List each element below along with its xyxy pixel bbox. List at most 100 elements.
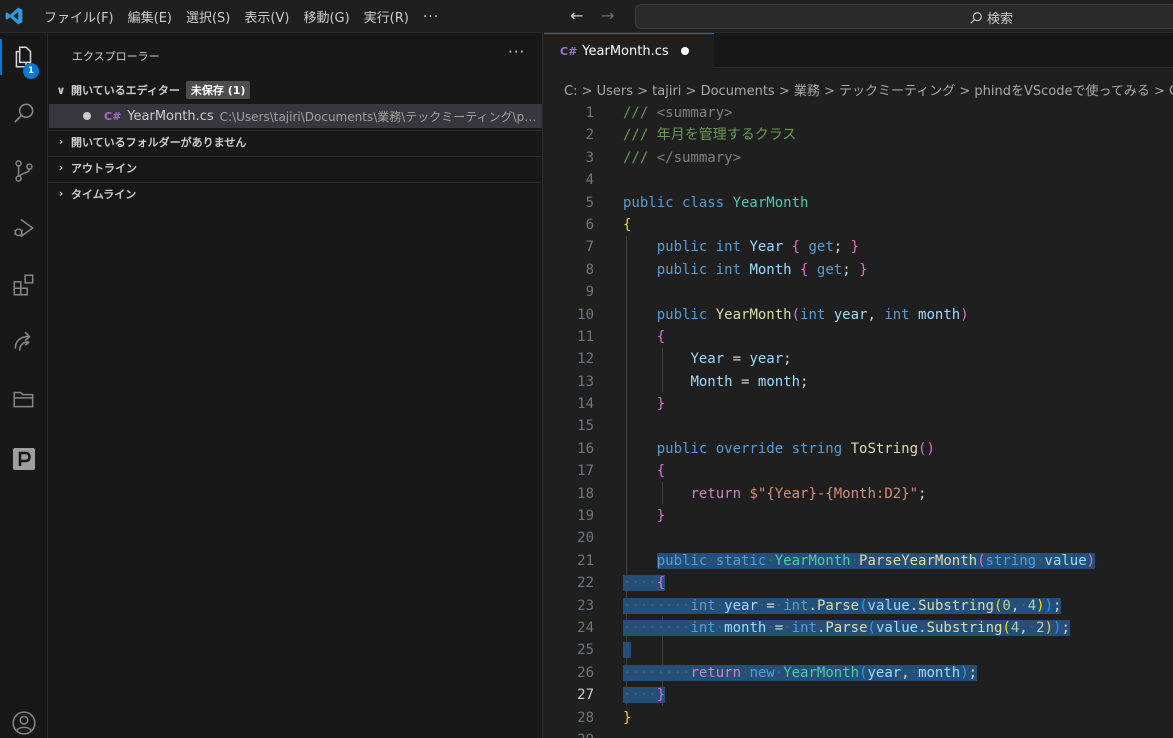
folder-icon (13, 391, 34, 408)
code-line: 16 public override string ToString() (544, 438, 1173, 460)
code-line: 3/// </summary> (544, 147, 1173, 169)
outline-label: アウトライン (71, 161, 137, 175)
line-number: 8 (585, 261, 594, 278)
code-line: 9 (544, 281, 1173, 303)
no-folder-label: 開いているフォルダーがありません (71, 135, 247, 149)
menu-view[interactable]: 表示(V) (244, 7, 289, 26)
line-number: 20 (577, 530, 594, 547)
line-number: 25 (577, 642, 594, 659)
code-line: 28} (544, 707, 1173, 729)
code-line: 14 } (544, 393, 1173, 415)
code-line: 10 public YearMonth(int year, int month) (544, 304, 1173, 326)
open-editors-section[interactable]: ∨ 開いているエディター 未保存 (1) (48, 79, 543, 101)
menu-run[interactable]: 実行(R) (364, 7, 409, 26)
line-number: 26 (577, 664, 594, 681)
line-number: 15 (577, 418, 594, 435)
chevron-right-icon: › (58, 135, 64, 148)
phind-activity[interactable] (0, 435, 48, 483)
line-number: 6 (585, 216, 594, 233)
line-number: 29 (544, 729, 594, 738)
code-line-selected: 24 ········int·month·=·int.Parse(value.Su… (544, 617, 1173, 639)
unsaved-dot-icon[interactable] (680, 47, 689, 55)
command-center-search[interactable]: 検索 (635, 4, 1173, 29)
menu-selection[interactable]: 選択(S) (186, 7, 230, 26)
tab-yearmonth[interactable]: C# YearMonth.cs (544, 33, 714, 68)
account-icon (12, 711, 36, 735)
code-line: 12 Year = year; (544, 348, 1173, 370)
line-number: 19 (577, 508, 594, 525)
code-line: 8 public int Month { get; } (544, 259, 1173, 281)
line-number: 2 (585, 127, 594, 144)
code-line-selected: 26 ········return·new·YearMonth(year,·mon… (544, 662, 1173, 684)
back-arrow-icon[interactable]: ← (570, 6, 583, 25)
run-debug-icon (13, 218, 34, 238)
timeline-section[interactable]: › タイムライン (48, 182, 543, 204)
line-number: 10 (577, 306, 594, 323)
code-line-selected: 21 public·static·YearMonth·ParseYearMont… (544, 550, 1173, 572)
line-number: 4 (585, 172, 594, 189)
menu-edit[interactable]: 編集(E) (128, 7, 172, 26)
code-line: 7 public int Year { get; } (544, 236, 1173, 258)
breadcrumb[interactable]: C: > Users > tajiri > Documents > 業務 > テ… (564, 80, 1173, 99)
open-file-path: C:\Users\tajiri\Documents\業務\テックミーティング\p… (219, 109, 540, 124)
explorer-activity[interactable]: 1 (0, 33, 48, 81)
code-line: 4 (544, 169, 1173, 191)
sidebar-more-button[interactable]: ··· (508, 43, 525, 61)
account-activity[interactable] (0, 699, 48, 738)
code-line-selected: 23 ········int·year·=·int.Parse(value.Sub… (544, 595, 1173, 617)
line-number: 27 (577, 687, 594, 704)
open-editor-item[interactable]: C# YearMonth.cs C:\Users\tajiri\Document… (49, 104, 542, 128)
unsaved-dot-icon[interactable] (83, 112, 91, 120)
menu-go[interactable]: 移動(G) (303, 7, 349, 26)
code-line: 29 (544, 729, 1173, 738)
code-line-selected: 22 ····{ (544, 572, 1173, 594)
open-file-name: YearMonth.cs (127, 108, 214, 124)
chevron-down-icon: ∨ (56, 83, 66, 97)
code-line: 5 public class YearMonth (544, 192, 1173, 214)
csharp-file-icon: C# (560, 44, 578, 58)
code-line: 15 (544, 415, 1173, 437)
no-folder-section[interactable]: › 開いているフォルダーがありません (48, 130, 543, 152)
code-line: 13 Month = month; (544, 371, 1173, 393)
line-number: 21 (577, 552, 594, 569)
line-number: 13 (577, 373, 594, 390)
explorer-sidebar: エクスプローラー ··· ∨ 開いているエディター 未保存 (1) C# Yea… (48, 33, 543, 738)
menu-more-button[interactable]: ··· (423, 9, 439, 25)
line-number: 18 (577, 485, 594, 502)
folder-activity[interactable] (0, 375, 48, 423)
extensions-activity[interactable] (0, 261, 48, 309)
line-number: 5 (585, 194, 594, 211)
explorer-badge: 1 (23, 63, 39, 79)
open-editors-label: 開いているエディター (71, 84, 180, 97)
search-icon (970, 11, 982, 24)
source-control-activity[interactable] (0, 147, 48, 195)
code-line: 18 return $"{Year}-{Month:D2}"; (544, 483, 1173, 505)
search-label: 検索 (987, 12, 1014, 27)
source-control-icon (15, 160, 33, 182)
forward-arrow-icon[interactable]: → (601, 6, 614, 25)
line-number: 17 (577, 463, 594, 480)
line-number: 24 (577, 619, 594, 636)
csharp-file-icon: C# (104, 109, 122, 123)
code-line: 11 { (544, 326, 1173, 348)
line-number: 11 (577, 328, 594, 345)
remote-activity[interactable] (0, 318, 48, 366)
line-number: 7 (585, 239, 594, 256)
code-line-current: 27 ····} (544, 684, 1173, 706)
code-editor[interactable]: 1/// <summary> 2/// 年月を管理するクラス 3/// </su… (544, 102, 1173, 738)
phind-logo-icon (13, 448, 35, 470)
search-icon (14, 103, 34, 123)
search-activity[interactable] (0, 90, 48, 138)
timeline-label: タイムライン (71, 187, 137, 201)
line-number: 23 (577, 597, 594, 614)
line-number: 1 (585, 105, 594, 121)
editor-area: C# YearMonth.cs C: > Users > tajiri > Do… (544, 33, 1173, 738)
title-bar: ファイル(F) 編集(E) 選択(S) 表示(V) 移動(G) 実行(R) ··… (0, 0, 1173, 33)
vscode-logo-icon (5, 7, 23, 25)
extensions-icon (13, 274, 34, 296)
outline-section[interactable]: › アウトライン (48, 156, 543, 178)
menu-file[interactable]: ファイル(F) (44, 7, 114, 26)
code-line: 6{ (544, 214, 1173, 236)
line-number: 9 (585, 284, 594, 301)
run-debug-activity[interactable] (0, 204, 48, 252)
